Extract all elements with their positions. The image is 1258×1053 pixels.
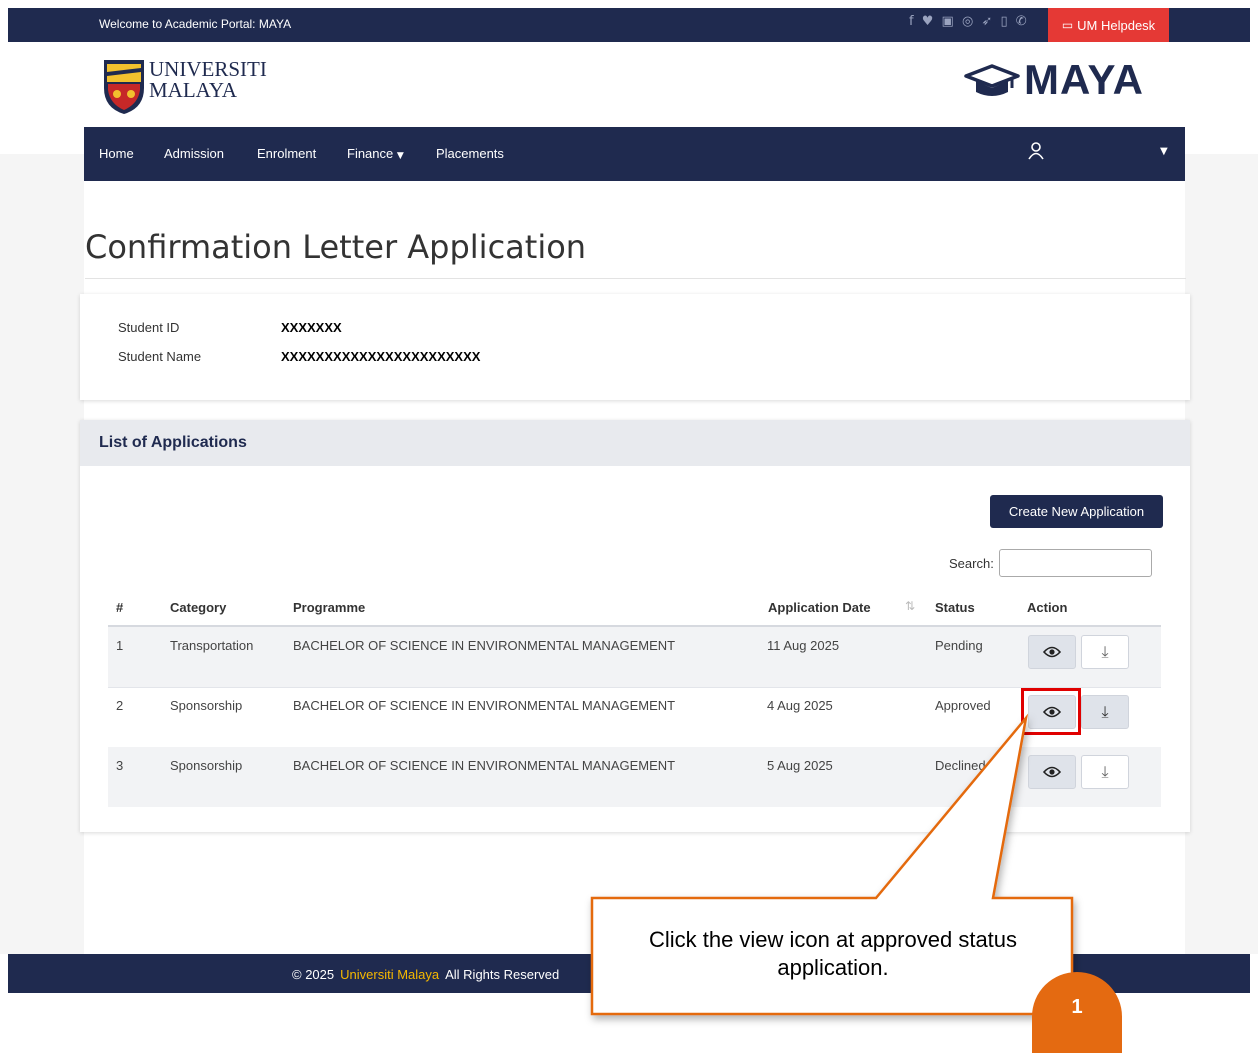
- youtube-icon[interactable]: ▣: [942, 14, 956, 29]
- download-icon: ⤓: [1101, 642, 1109, 661]
- download-button[interactable]: ⤓: [1081, 755, 1129, 789]
- view-button[interactable]: [1028, 755, 1076, 789]
- user-icon[interactable]: [1027, 142, 1045, 160]
- view-button-highlight: [1021, 688, 1081, 735]
- student-id-label: Student ID: [118, 320, 180, 335]
- university-name-line1: UNIVERSITI: [149, 57, 267, 81]
- page-title: Confirmation Letter Application: [85, 228, 587, 266]
- maya-brand: MAYA: [1024, 56, 1144, 103]
- instagram-icon[interactable]: ◎: [962, 14, 975, 29]
- header-programme[interactable]: Programme: [293, 600, 365, 615]
- header-number[interactable]: #: [116, 600, 123, 615]
- chat-icon: ▭: [1061, 18, 1074, 32]
- graduation-cap-icon: [964, 64, 1020, 96]
- chevron-down-icon: ▼: [396, 151, 404, 161]
- table-row: 1 Transportation BACHELOR OF SCIENCE IN …: [108, 627, 1161, 688]
- nav-admission[interactable]: Admission: [164, 146, 224, 161]
- row-category: Sponsorship: [170, 758, 243, 773]
- tablet-icon[interactable]: ▯: [1000, 14, 1009, 29]
- applications-title: List of Applications: [99, 434, 247, 451]
- eye-icon: [1043, 766, 1061, 778]
- sort-icon[interactable]: ⇅: [905, 599, 915, 613]
- eye-icon: [1043, 646, 1061, 658]
- row-number: 3: [116, 758, 124, 773]
- view-button[interactable]: [1028, 635, 1076, 669]
- nav-finance-label: Finance: [347, 146, 394, 161]
- header-status[interactable]: Status: [935, 600, 975, 615]
- student-info-card: [80, 294, 1190, 400]
- row-status: Declined: [935, 758, 986, 773]
- header-category[interactable]: Category: [170, 600, 226, 615]
- row-category: Sponsorship: [170, 698, 243, 713]
- row-category: Transportation: [170, 638, 254, 653]
- university-crest-logo[interactable]: [102, 58, 146, 116]
- social-links: f ♥ ▣ ◎ ➶ ▯ ✆: [909, 14, 1029, 29]
- nav-finance[interactable]: Finance ▼: [347, 146, 404, 161]
- row-programme: BACHELOR OF SCIENCE IN ENVIRONMENTAL MAN…: [293, 698, 676, 713]
- helpdesk-button[interactable]: ▭ UM Helpdesk: [1048, 8, 1169, 42]
- row-date: 5 Aug 2025: [767, 758, 833, 773]
- main-nav: [84, 127, 1185, 181]
- create-new-application-button[interactable]: Create New Application: [990, 495, 1163, 528]
- step-badge: 1: [1032, 972, 1122, 1053]
- footer-text: © 2025 Universiti Malaya All Rights Reserv…: [292, 967, 559, 982]
- row-programme: BACHELOR OF SCIENCE IN ENVIRONMENTAL MAN…: [293, 638, 676, 653]
- download-button[interactable]: ⤓: [1081, 635, 1129, 669]
- user-menu-chevron-icon[interactable]: ▼: [1160, 146, 1168, 157]
- footer-university-link[interactable]: Universiti Malaya: [340, 967, 439, 982]
- download-icon: ⤓: [1101, 702, 1109, 721]
- nav-home[interactable]: Home: [99, 146, 134, 161]
- download-icon: ⤓: [1101, 762, 1109, 781]
- row-status: Approved: [935, 698, 991, 713]
- twitter-icon[interactable]: ♥: [922, 14, 936, 29]
- search-label: Search:: [949, 556, 994, 571]
- row-number: 1: [116, 638, 124, 653]
- callout-text: Click the view icon at approved status a…: [648, 927, 1018, 980]
- download-button[interactable]: ⤓: [1081, 695, 1129, 729]
- student-id-value: XXXXXXX: [281, 320, 342, 335]
- header-application-date[interactable]: Application Date: [768, 600, 871, 615]
- row-programme: BACHELOR OF SCIENCE IN ENVIRONMENTAL MAN…: [293, 758, 676, 773]
- footer-rights: All Rights Reserved: [445, 967, 560, 982]
- student-name-value: XXXXXXXXXXXXXXXXXXXXXXX: [281, 349, 481, 364]
- nav-enrolment[interactable]: Enrolment: [257, 146, 316, 161]
- header-action: Action: [1027, 600, 1068, 615]
- student-name-label: Student Name: [118, 349, 202, 364]
- welcome-text: Welcome to Academic Portal: MAYA: [99, 17, 292, 31]
- phone-icon[interactable]: ✆: [1016, 14, 1029, 29]
- row-status: Pending: [935, 638, 983, 653]
- title-divider: [85, 278, 1186, 279]
- search-input[interactable]: [999, 549, 1152, 577]
- facebook-icon[interactable]: f: [909, 14, 916, 29]
- university-name-line2: MALAYA: [149, 78, 237, 102]
- footer-copyright: © 2025: [292, 967, 335, 982]
- row-date: 4 Aug 2025: [767, 698, 833, 713]
- nav-placements[interactable]: Placements: [436, 146, 504, 161]
- row-date: 11 Aug 2025: [767, 638, 840, 653]
- telegram-icon[interactable]: ➶: [981, 14, 994, 29]
- table-row: 2 Sponsorship BACHELOR OF SCIENCE IN ENV…: [108, 687, 1161, 748]
- helpdesk-label: UM Helpdesk: [1077, 17, 1156, 33]
- table-row: 3 Sponsorship BACHELOR OF SCIENCE IN ENV…: [108, 747, 1161, 807]
- row-number: 2: [116, 698, 124, 713]
